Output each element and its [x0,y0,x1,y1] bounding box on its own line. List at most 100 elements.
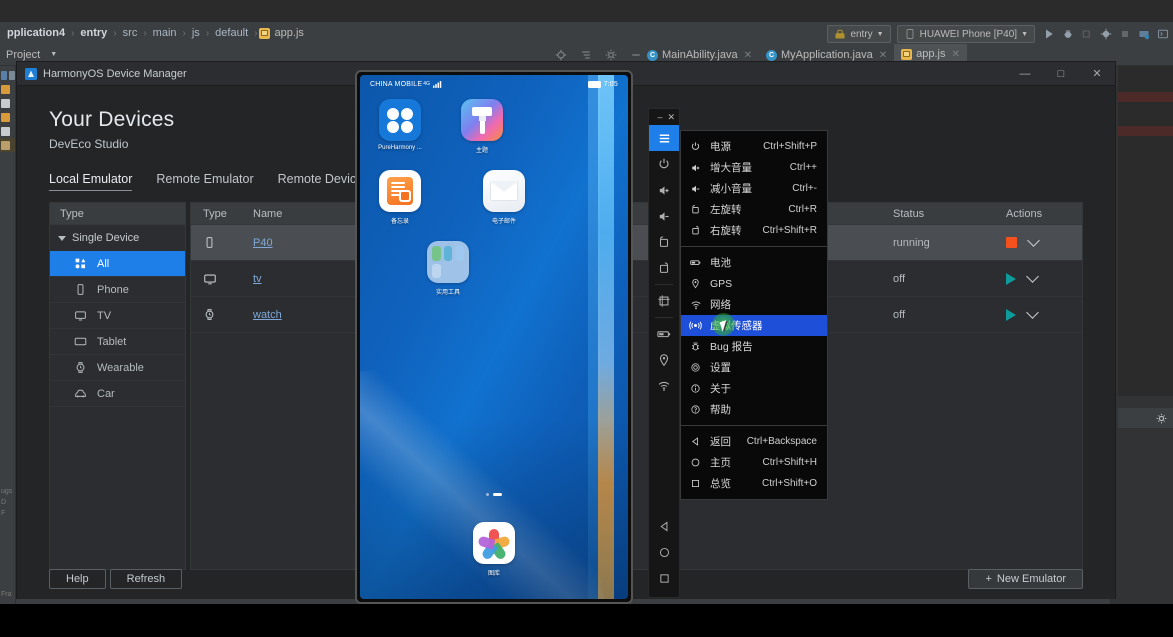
menu-item-bug-report[interactable]: Bug 报告 [681,336,827,357]
menu-item-battery[interactable]: 电池 [681,252,827,273]
maximize-button[interactable]: □ [1043,62,1079,86]
device-selector[interactable]: HUAWEI Phone [P40] ▼ [897,25,1035,43]
close-icon[interactable]: ✕ [879,50,887,61]
minimize-button[interactable]: – [657,112,662,122]
close-button[interactable]: ✕ [667,112,675,123]
menu-item-volume-up[interactable]: 增大音量 Ctrl++ [681,157,827,178]
emulator-screen[interactable]: CHINA MOBILE 4G 7:05 PureHarmony . [360,75,628,599]
menu-item-rotate-right[interactable]: 右旋转 Ctrl+Shift+R [681,220,827,241]
stop-button[interactable] [1006,237,1017,248]
breadcrumb-src[interactable]: src [118,27,143,39]
emulator-phone-window[interactable]: CHINA MOBILE 4G 7:05 PureHarmony . [355,70,633,604]
sidebar-item-tv[interactable]: TV [50,303,185,329]
app-email[interactable]: 电子邮件 [478,170,530,225]
emulator-back-button[interactable] [649,513,679,539]
debug-icon[interactable] [1062,28,1074,40]
run-configuration-selector[interactable]: entry ▼ [827,25,890,43]
editor-code-area [1118,66,1173,396]
run-icon[interactable] [1043,28,1055,40]
close-button[interactable]: ✕ [1079,62,1115,86]
breadcrumb-file[interactable]: app.js [270,27,309,39]
emulator-menu-button[interactable] [649,125,679,151]
locate-icon[interactable] [555,49,567,61]
label-ugs: ugs [0,486,16,497]
device-manager-icon[interactable] [1138,28,1150,40]
breadcrumb-module[interactable]: entry [75,27,112,39]
app-theme[interactable]: 主题 [456,99,508,154]
tab-remote-emulator[interactable]: Remote Emulator [156,172,253,191]
table-row[interactable]: P40 running [191,225,1082,261]
table-row[interactable]: tv off [191,261,1082,297]
menu-item-network[interactable]: 网络 [681,294,827,315]
close-icon[interactable]: ✕ [951,49,959,60]
row-type-icon [191,236,253,249]
menu-item-about[interactable]: 关于 [681,378,827,399]
tab-local-emulator[interactable]: Local Emulator [49,172,132,191]
project-panel-label[interactable]: Project [0,49,40,61]
watch-icon [203,308,216,321]
collapse-all-icon[interactable] [580,49,592,61]
project-tree-gutter[interactable]: ugs D F Fra [0,66,16,637]
emulator-power-button[interactable] [649,151,679,177]
attach-debugger-icon[interactable] [1081,28,1093,40]
emulator-overview-button[interactable] [649,565,679,591]
tab-remote-device[interactable]: Remote Device [278,172,363,191]
app-pureharmony[interactable]: PureHarmony ... [374,99,426,154]
menu-item-home[interactable]: 主页 Ctrl+Shift+H [681,452,827,473]
profiler-icon[interactable] [1100,28,1112,40]
breadcrumb-main[interactable]: main [148,27,182,39]
gear-icon[interactable] [1156,413,1167,424]
menu-item-gps[interactable]: GPS [681,273,827,294]
menu-item-shortcut: Ctrl+Backspace [747,436,817,447]
app-row: 实用工具 [374,241,614,296]
tree-group-single-device[interactable]: Single Device [50,225,185,251]
new-emulator-button[interactable]: + New Emulator [968,569,1083,589]
chevron-down-icon[interactable] [1026,270,1039,283]
breadcrumb-project[interactable]: pplication4 [2,27,70,39]
chevron-down-icon[interactable] [1026,306,1039,319]
menu-item-overview[interactable]: 总览 Ctrl+Shift+O [681,473,827,494]
app-gallery[interactable]: 图库 [468,522,520,577]
menu-item-volume-down[interactable]: 减小音量 Ctrl+- [681,178,827,199]
sidebar-item-all[interactable]: All [50,251,185,277]
breadcrumb-default[interactable]: default [210,27,253,39]
tab-label: app.js [916,48,945,60]
app-memo[interactable]: 备忘录 [374,170,426,225]
menu-item-virtual-sensor[interactable]: 虚拟传感器 [681,315,827,336]
sidebar-item-phone[interactable]: Phone [50,277,185,303]
refresh-button[interactable]: Refresh [110,569,183,589]
emulator-home-button[interactable] [649,539,679,565]
breadcrumb-js[interactable]: js [187,27,205,39]
sidebar-item-tablet[interactable]: Tablet [50,329,185,355]
play-button[interactable] [1006,273,1016,285]
menu-item-help[interactable]: 帮助 [681,399,827,420]
rotate-right-icon [689,225,702,236]
close-icon[interactable]: ✕ [744,50,752,61]
emulator-volume-up-button[interactable] [649,177,679,203]
terminal-icon[interactable] [1157,28,1169,40]
stop-icon[interactable] [1119,28,1131,40]
menu-item-back[interactable]: 返回 Ctrl+Backspace [681,431,827,452]
emulator-rotate-left-button[interactable] [649,229,679,255]
type-column-header: Type [50,203,185,225]
minimize-button[interactable]: — [1007,62,1043,86]
help-button[interactable]: Help [49,569,106,589]
menu-item-rotate-left[interactable]: 左旋转 Ctrl+R [681,199,827,220]
sidebar-item-car[interactable]: Car [50,381,185,407]
app-utilities-folder[interactable]: 实用工具 [422,241,474,296]
chevron-down-icon[interactable] [1027,234,1040,247]
chevron-down-icon[interactable]: ▼ [44,51,57,58]
emulator-battery-button[interactable] [649,321,679,347]
status-bar: CHINA MOBILE 4G 7:05 [360,75,628,93]
table-row[interactable]: watch off [191,297,1082,333]
menu-item-power[interactable]: 电源 Ctrl+Shift+P [681,136,827,157]
emulator-rotate-right-button[interactable] [649,255,679,281]
emulator-resize-button[interactable] [649,288,679,314]
emulator-gps-button[interactable] [649,347,679,373]
play-button[interactable] [1006,309,1016,321]
menu-item-settings[interactable]: 设置 [681,357,827,378]
sidebar-item-wearable[interactable]: Wearable [50,355,185,381]
emulator-volume-down-button[interactable] [649,203,679,229]
gear-icon[interactable] [605,49,617,61]
emulator-network-button[interactable] [649,373,679,399]
